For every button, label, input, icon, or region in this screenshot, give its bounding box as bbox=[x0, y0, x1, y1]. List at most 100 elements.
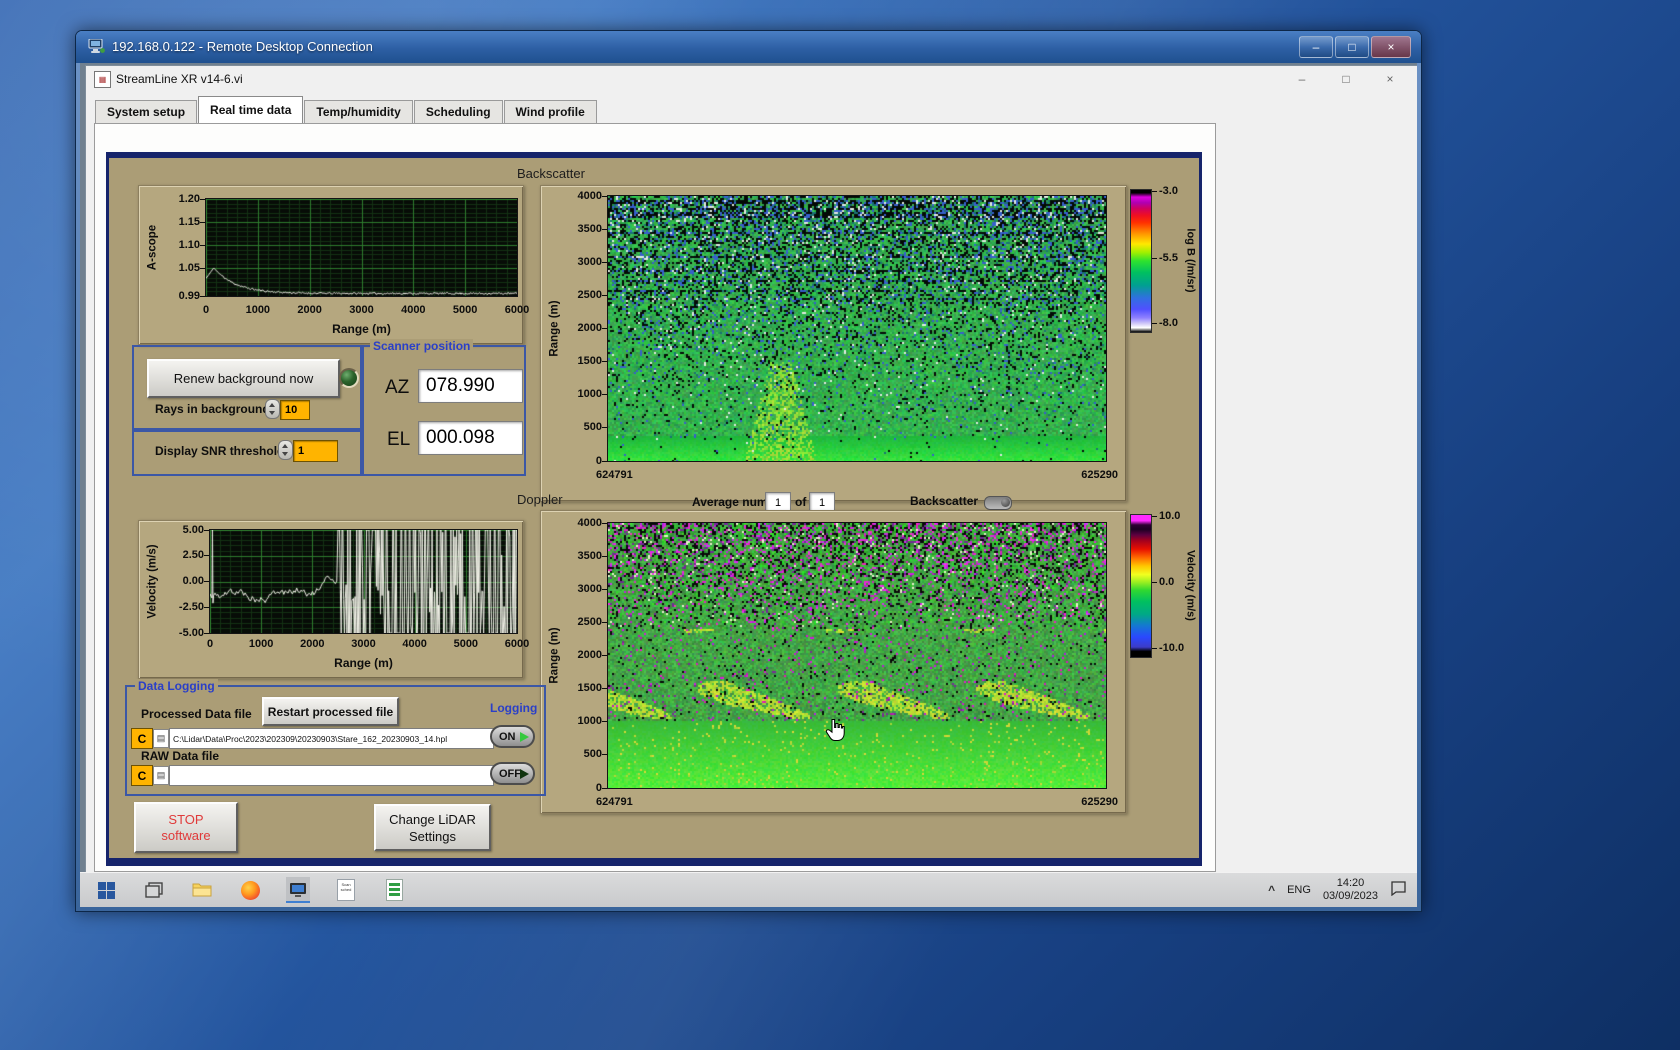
axis-tick-label: 3000 bbox=[351, 638, 376, 650]
language-indicator[interactable]: ENG bbox=[1287, 884, 1311, 896]
axis-tick-mark bbox=[602, 361, 607, 363]
axis-tick-label: 0 bbox=[202, 304, 210, 316]
tab-wind-profile[interactable]: Wind profile bbox=[503, 100, 597, 123]
axis-tick-mark bbox=[602, 688, 607, 690]
task-view-icon[interactable] bbox=[142, 877, 166, 903]
switch-arrow-icon bbox=[520, 768, 529, 779]
snr-spinner[interactable] bbox=[278, 440, 293, 460]
axis-tick-label: 0.99 bbox=[178, 289, 200, 302]
doppler-heatmap-canvas bbox=[607, 522, 1107, 789]
firefox-icon[interactable] bbox=[238, 877, 262, 903]
axis-tick-mark bbox=[602, 460, 607, 462]
axis-tick-label: 1000 bbox=[577, 388, 602, 401]
snr-value-field[interactable]: 1 bbox=[293, 440, 338, 462]
tab-system-setup[interactable]: System setup bbox=[95, 100, 198, 123]
tab-scheduling[interactable]: Scheduling bbox=[413, 100, 503, 123]
x-axis-name: Range (m) bbox=[332, 322, 391, 336]
colorbar-tick-label: -8.0 bbox=[1159, 317, 1178, 330]
backscatter-toggle-label: Backscatter bbox=[910, 494, 979, 508]
rays-value-field[interactable]: 10 bbox=[280, 400, 310, 420]
tab-temp-humidity[interactable]: Temp/humidity bbox=[304, 100, 413, 123]
axis-tick-label: 1.05 bbox=[178, 261, 200, 274]
az-label: AZ bbox=[385, 377, 410, 398]
spreadsheet-icon[interactable] bbox=[382, 877, 406, 903]
axis-tick-label: 0 bbox=[595, 781, 602, 794]
backscatter-colorbar-gradient bbox=[1130, 189, 1152, 333]
raw-path-field[interactable] bbox=[169, 765, 494, 786]
axis-tick-label: 2000 bbox=[577, 649, 602, 661]
rdp-close-button[interactable]: × bbox=[1371, 36, 1411, 58]
clock-time: 14:20 bbox=[1336, 877, 1365, 889]
raw-logging-switch[interactable]: OFF bbox=[490, 762, 535, 785]
scan-schedule-icon[interactable]: Scan sched bbox=[334, 877, 358, 903]
start-button-icon[interactable] bbox=[94, 877, 118, 903]
axis-tick-mark bbox=[602, 655, 607, 656]
rdp-minimize-button[interactable]: – bbox=[1299, 36, 1333, 58]
notification-center-icon[interactable] bbox=[1390, 880, 1407, 901]
colorbar-tick-mark bbox=[1152, 648, 1157, 650]
processed-drive-selector[interactable]: C bbox=[131, 728, 153, 749]
axis-tick-mark bbox=[204, 581, 209, 582]
axis-tick-label: 2000 bbox=[300, 638, 325, 650]
labview-vi-icon: ▦ bbox=[94, 71, 111, 88]
renew-background-button[interactable]: Renew background now bbox=[147, 359, 340, 398]
x-start-label: 624791 bbox=[596, 469, 633, 481]
axis-tick-label: 3000 bbox=[577, 582, 602, 595]
rays-in-background-label: Rays in background bbox=[155, 402, 270, 416]
processed-path-field[interactable]: C:\Lidar\Data\Proc\2023\202309\20230903\… bbox=[169, 728, 494, 749]
axis-tick-label: 0 bbox=[206, 638, 214, 650]
rays-spinner[interactable] bbox=[265, 399, 280, 419]
taskbar-clock[interactable]: 14:20 03/09/2023 bbox=[1323, 877, 1378, 903]
switch-arrow-icon bbox=[520, 731, 529, 742]
tab-content: 1.20 1.15 1.10 1.05 0.99 0 1000 2000 3000 4000 500… bbox=[94, 123, 1216, 872]
rdp-window: 192.168.0.122 - Remote Desktop Connectio… bbox=[75, 30, 1422, 912]
colorbar-tick-mark bbox=[1152, 258, 1157, 260]
tab-strip: System setup Real time data Temp/humidity S… bbox=[95, 96, 598, 123]
x-end-label: 625290 bbox=[1081, 796, 1118, 808]
app-close-button[interactable]: × bbox=[1368, 68, 1412, 90]
app-restore-button[interactable]: □ bbox=[1324, 68, 1368, 90]
axis-tick-label: 3000 bbox=[349, 304, 374, 316]
axis-tick-label: 4000 bbox=[401, 304, 426, 316]
tab-real-time-data[interactable]: Real time data bbox=[198, 96, 304, 123]
axis-tick-label: -5.00 bbox=[178, 626, 204, 639]
axis-tick-mark bbox=[200, 295, 205, 297]
raw-browse-icon[interactable]: ▤ bbox=[153, 766, 169, 785]
change-lidar-settings-button[interactable]: Change LiDAR Settings bbox=[374, 804, 491, 851]
processed-logging-switch[interactable]: ON bbox=[490, 725, 535, 748]
axis-tick-mark bbox=[602, 195, 607, 197]
app-titlebar[interactable]: ▦ StreamLine XR v14-6.vi – □ × bbox=[86, 66, 1417, 92]
change-line2: Settings bbox=[409, 828, 456, 844]
backscatter-graph: 4000 3500 3000 2500 2000 1500 1000 500 0 Range (m… bbox=[540, 185, 1127, 502]
backscatter-toggle-switch[interactable] bbox=[984, 496, 1012, 510]
axis-tick-mark bbox=[602, 228, 607, 230]
axis-tick-label: 1.10 bbox=[178, 238, 200, 251]
on-label: ON bbox=[499, 730, 516, 743]
streamline-app-window: ▦ StreamLine XR v14-6.vi – □ × System se… bbox=[85, 65, 1417, 873]
front-panel: 1.20 1.15 1.10 1.05 0.99 0 1000 2000 3000 4000 500… bbox=[109, 158, 1199, 858]
axis-tick-mark bbox=[602, 394, 607, 396]
axis-tick-mark bbox=[200, 244, 205, 246]
axis-tick-label: 6000 bbox=[504, 638, 530, 650]
doppler-colorbar-label: Velocity (m/s) bbox=[1184, 550, 1197, 621]
clock-date: 03/09/2023 bbox=[1322, 890, 1378, 902]
processed-browse-icon[interactable]: ▤ bbox=[153, 729, 169, 748]
rdp-titlebar[interactable]: 192.168.0.122 - Remote Desktop Connectio… bbox=[76, 31, 1421, 63]
stop-software-button[interactable]: STOP software bbox=[134, 802, 238, 853]
rdp-client-taskbar-icon[interactable] bbox=[286, 877, 310, 903]
file-explorer-icon[interactable] bbox=[190, 877, 214, 903]
axis-tick-label: 1500 bbox=[577, 355, 602, 368]
app-minimize-button[interactable]: – bbox=[1280, 68, 1324, 90]
axis-tick-mark bbox=[602, 787, 607, 789]
rdp-maximize-button[interactable]: □ bbox=[1335, 36, 1369, 58]
x-end-label: 625290 bbox=[1081, 469, 1118, 481]
scanner-position-box: Scanner position AZ 078.990 EL 000.098 bbox=[360, 339, 526, 476]
restart-processed-file-button[interactable]: Restart processed file bbox=[262, 697, 399, 726]
rdp-title: 192.168.0.122 - Remote Desktop Connectio… bbox=[112, 39, 373, 54]
show-hidden-icons-chevron[interactable]: ^ bbox=[1268, 883, 1275, 897]
raw-drive-selector[interactable]: C bbox=[131, 765, 153, 786]
stop-line1: STOP bbox=[168, 811, 204, 827]
axis-tick-label: 1.15 bbox=[178, 215, 200, 228]
axis-tick-mark bbox=[204, 632, 209, 634]
axis-tick-mark bbox=[602, 588, 607, 590]
